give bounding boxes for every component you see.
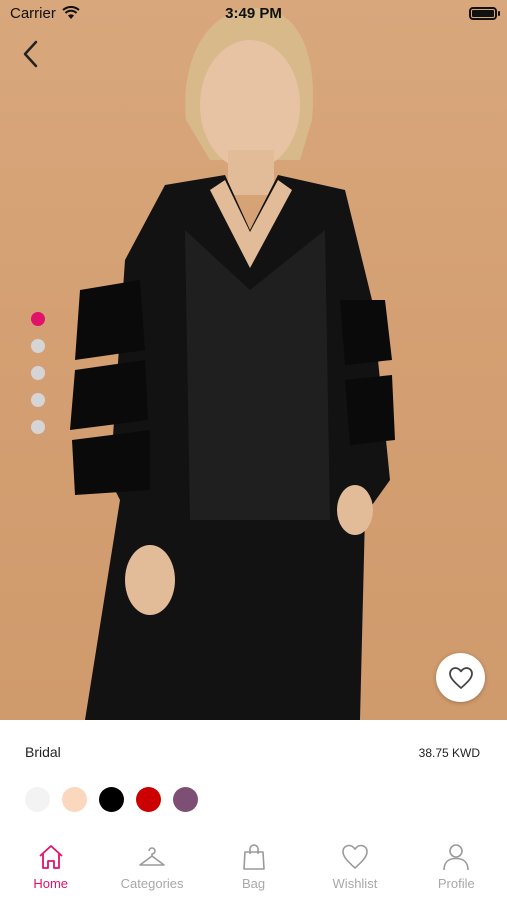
heart-icon (342, 844, 368, 869)
carousel-dot[interactable] (31, 366, 45, 380)
tab-profile[interactable]: Profile (406, 830, 507, 900)
bag-icon (242, 844, 265, 870)
back-chevron-icon[interactable] (18, 38, 46, 70)
battery-icon (469, 7, 500, 20)
tab-label: Home (33, 876, 69, 891)
tab-categories[interactable]: Categories (101, 830, 202, 900)
model-photo (70, 8, 395, 720)
color-swatch[interactable] (62, 787, 87, 812)
product-name: Bridal (25, 744, 61, 760)
color-swatches (25, 787, 198, 812)
carousel-pagination (31, 312, 47, 447)
heart-icon (448, 666, 473, 689)
tab-label: Profile (437, 876, 475, 891)
product-price: 38.75 KWD (418, 746, 480, 760)
add-to-wishlist-button[interactable] (436, 653, 485, 702)
tab-label: Bag (241, 876, 266, 891)
home-icon (39, 845, 63, 869)
product-info: Bridal 38.75 KWD (0, 720, 507, 830)
color-swatch[interactable] (136, 787, 161, 812)
status-bar: Carrier 3:49 PM (0, 0, 507, 30)
tab-wishlist[interactable]: Wishlist (304, 830, 405, 900)
color-swatch[interactable] (25, 787, 50, 812)
color-swatch[interactable] (99, 787, 124, 812)
carousel-dot[interactable] (31, 339, 45, 353)
hanger-icon (139, 847, 165, 866)
color-swatch[interactable] (173, 787, 198, 812)
tab-label: Wishlist (332, 876, 378, 891)
carousel-dot[interactable] (31, 312, 45, 326)
person-icon (443, 844, 470, 871)
carousel-dot[interactable] (31, 393, 45, 407)
tab-home[interactable]: Home (0, 830, 101, 900)
tab-bag[interactable]: Bag (203, 830, 304, 900)
tab-label: Categories (120, 876, 184, 891)
product-image[interactable]: Carrier 3:49 PM (0, 0, 507, 720)
status-time: 3:49 PM (225, 5, 282, 22)
tab-bar: Home Categories Bag Wishlist Profile (0, 830, 507, 900)
carousel-dot[interactable] (31, 420, 45, 434)
